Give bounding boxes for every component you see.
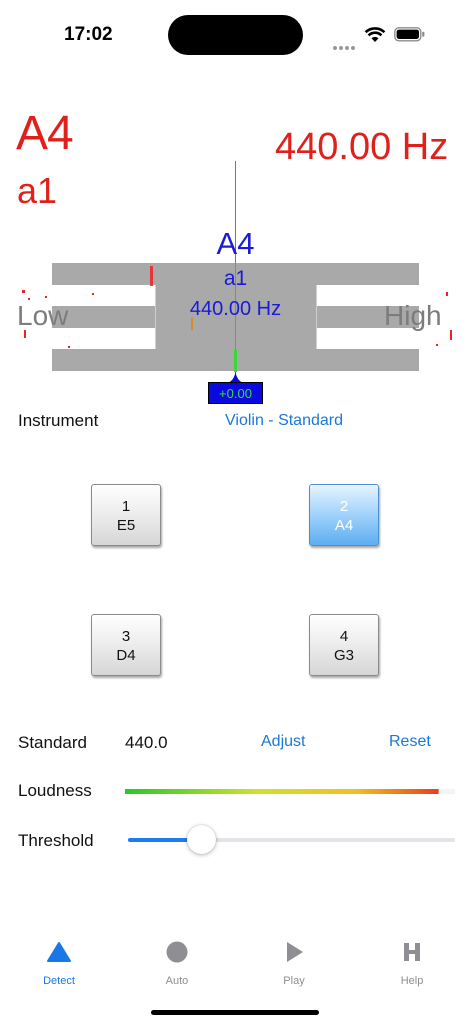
scatter-dot [92, 293, 94, 295]
instrument-label: Instrument [18, 411, 99, 430]
string-button-2[interactable]: 2 A4 [309, 484, 379, 546]
scatter-dot [446, 292, 448, 296]
meter-green-marker [234, 350, 237, 372]
cents-offset-badge: +0.00 [208, 382, 263, 404]
wifi-icon [364, 27, 386, 42]
tab-auto[interactable]: Auto [118, 940, 236, 987]
string-number: 4 [339, 628, 349, 645]
detected-octave-name: a1 [17, 170, 58, 211]
string-note: D4 [116, 647, 136, 664]
help-h-icon [404, 943, 420, 961]
meter-note: A4 [216, 226, 255, 261]
tab-help[interactable]: Help [353, 940, 471, 987]
tab-label: Help [400, 975, 424, 987]
string-number: 1 [121, 498, 131, 515]
reset-button[interactable]: Reset [389, 733, 431, 751]
string-number: 2 [339, 498, 349, 515]
dynamic-island [168, 15, 303, 55]
standard-value: 440.0 [125, 733, 168, 752]
low-label: Low [17, 300, 69, 331]
string-note: A4 [334, 517, 354, 534]
string-note: G3 [333, 647, 354, 664]
tab-label: Auto [165, 975, 189, 987]
meter-octave-name: a1 [223, 267, 248, 290]
string-button-4[interactable]: 4 G3 [309, 614, 379, 676]
standard-label: Standard [18, 733, 87, 752]
home-indicator [151, 1010, 319, 1015]
scatter-dot [436, 344, 438, 346]
tab-detect[interactable]: Detect [0, 940, 118, 987]
string-number: 3 [121, 628, 131, 645]
triangle-icon [47, 942, 71, 962]
battery-icon [394, 27, 425, 42]
loudness-meter [125, 789, 455, 794]
tab-label: Detect [43, 975, 75, 987]
string-button-3[interactable]: 3 D4 [91, 614, 161, 676]
threshold-slider-thumb[interactable] [187, 825, 216, 854]
circle-icon [166, 941, 188, 963]
detected-frequency: 440.00 Hz [275, 126, 449, 168]
scatter-dot [450, 330, 452, 340]
string-button-1[interactable]: 1 E5 [91, 484, 161, 546]
threshold-label: Threshold [18, 831, 94, 850]
tab-play[interactable]: Play [235, 940, 353, 987]
loudness-label: Loudness [18, 781, 92, 800]
string-note: E5 [116, 517, 136, 534]
signal-dots-icon [333, 37, 357, 50]
high-label: High [384, 300, 442, 331]
adjust-button[interactable]: Adjust [261, 733, 305, 751]
instrument-selector[interactable]: Violin - Standard [225, 412, 343, 430]
tab-label: Play [283, 975, 305, 987]
scatter-dot [68, 346, 70, 348]
detected-note: A4 [16, 107, 74, 160]
play-icon [287, 942, 303, 962]
status-time: 17:02 [64, 24, 113, 45]
